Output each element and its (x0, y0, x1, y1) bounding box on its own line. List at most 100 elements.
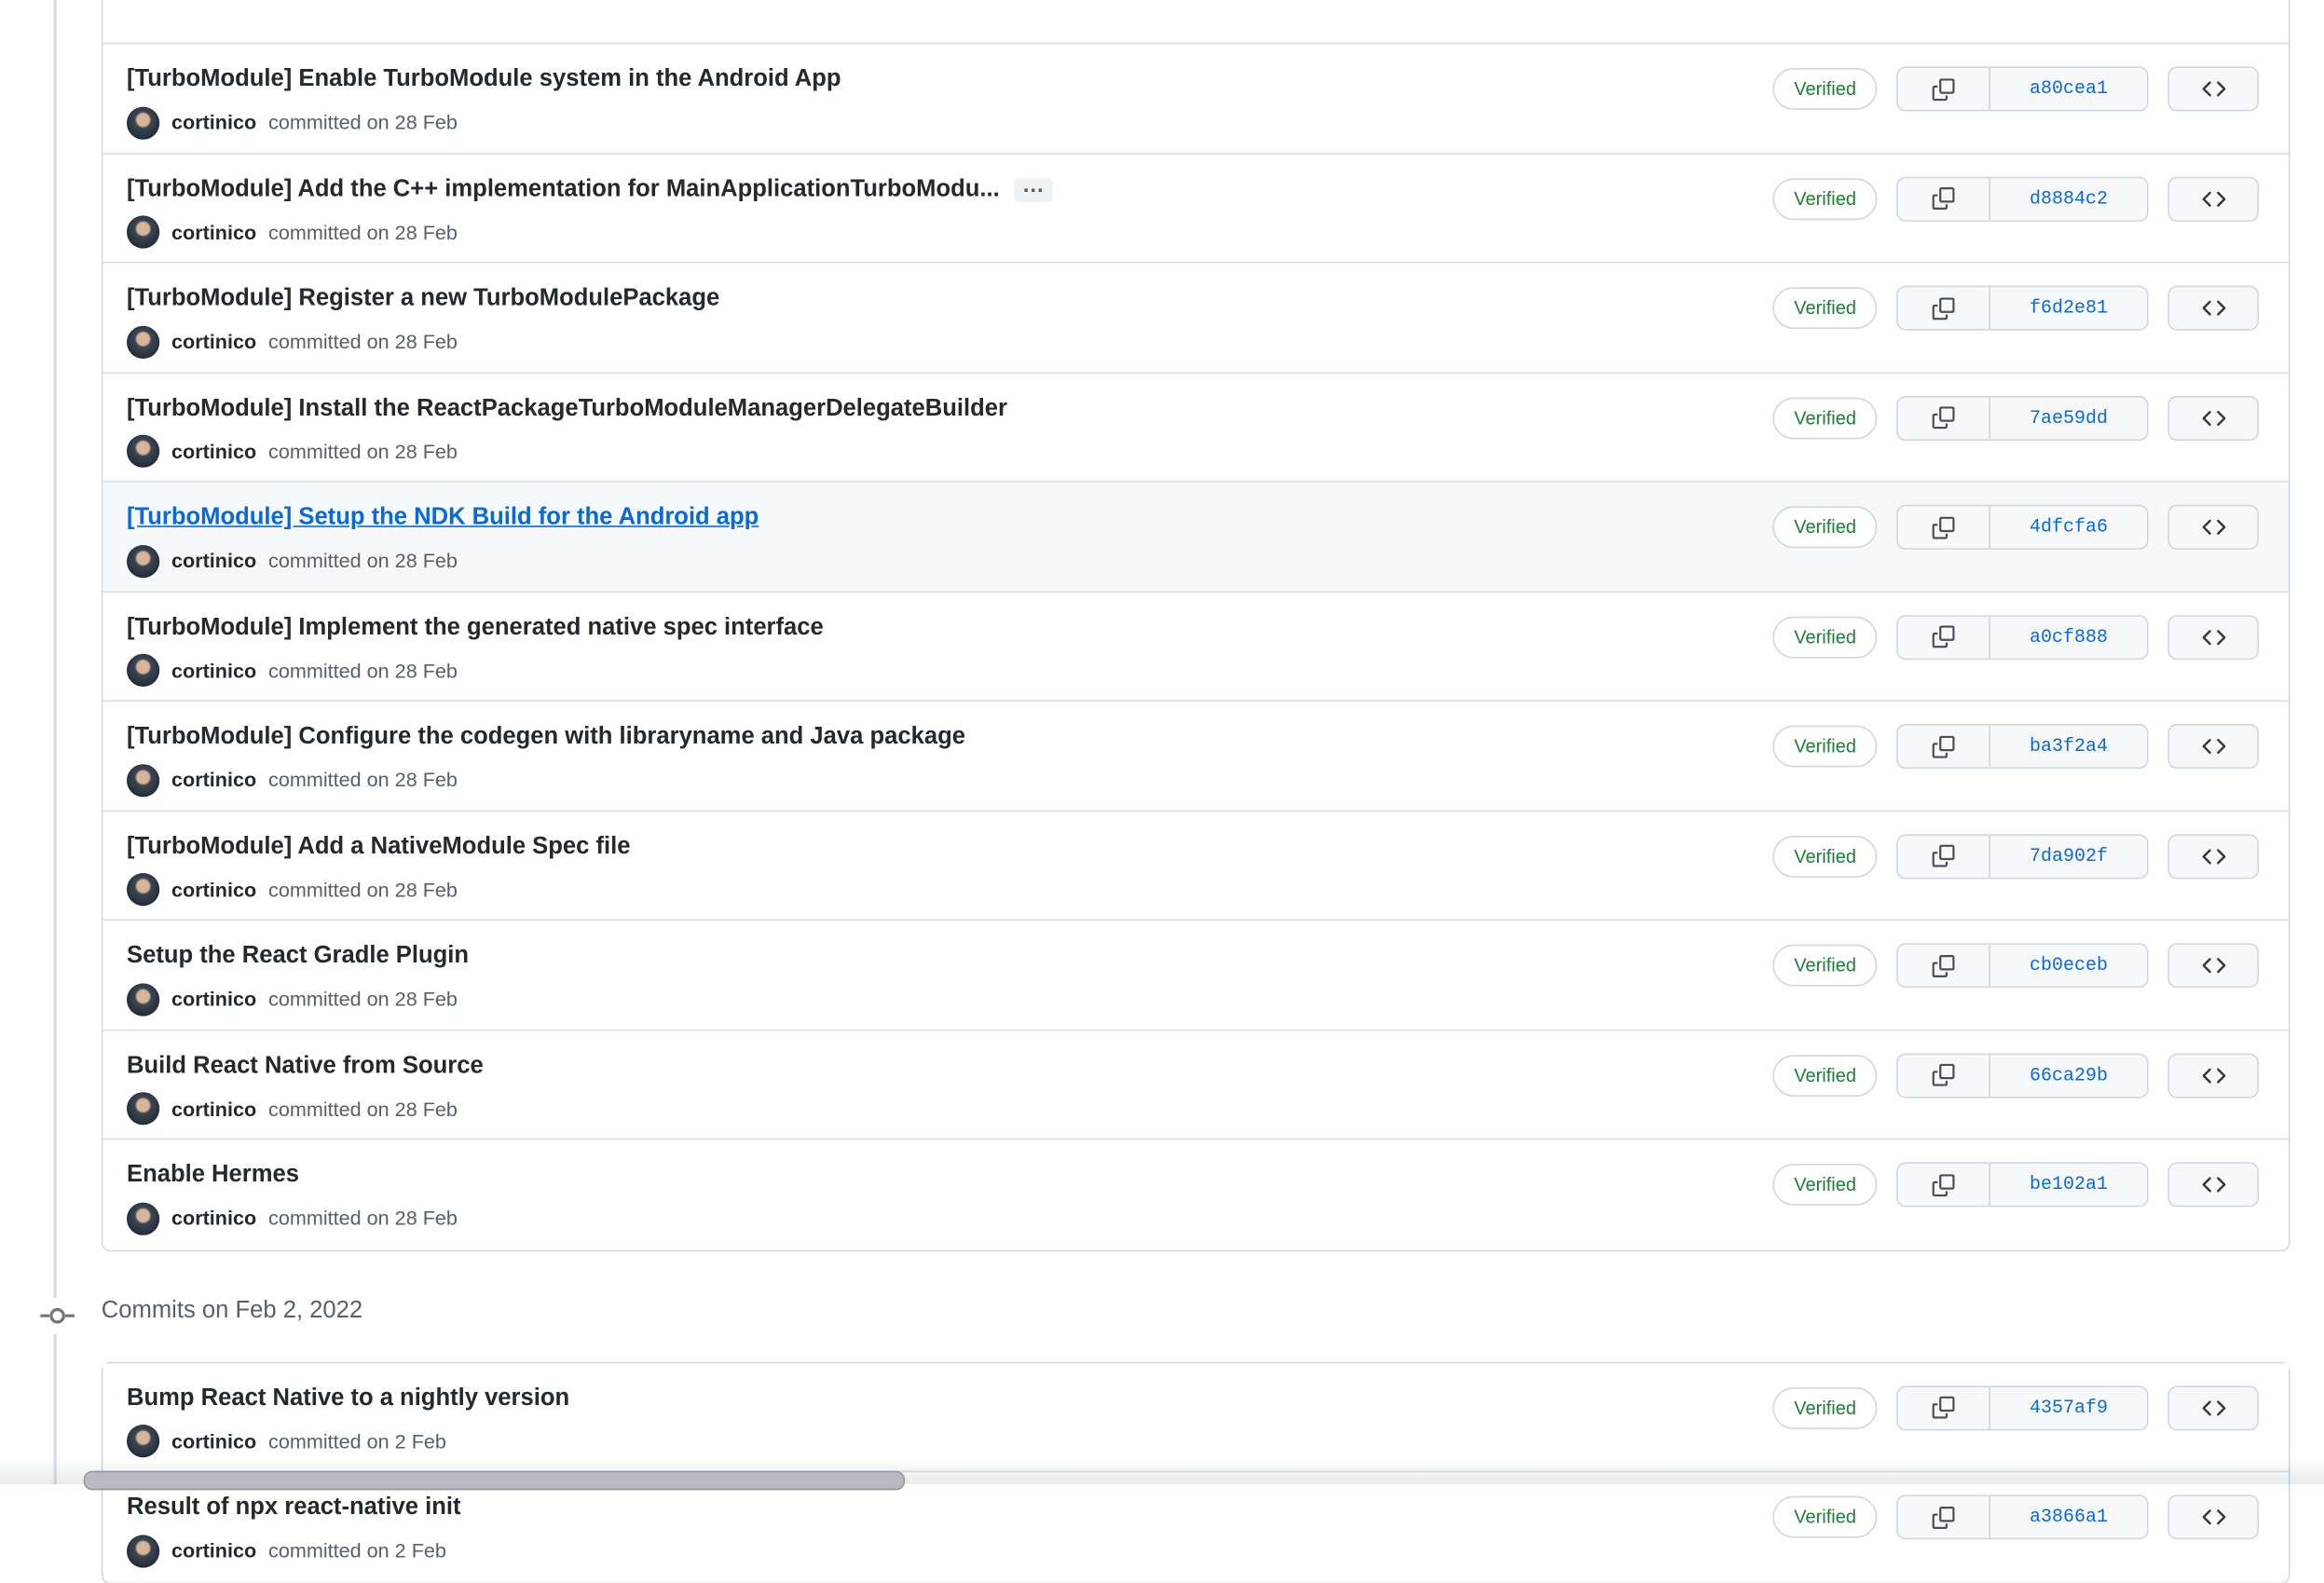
commit-title-link[interactable]: [TurboModule] Implement the generated na… (127, 610, 824, 646)
browse-code-button[interactable] (2167, 1385, 2259, 1430)
commit-author-link[interactable]: cortinico (171, 550, 256, 572)
commit-title-link[interactable]: [TurboModule] Enable TurboModule system … (127, 62, 841, 98)
commit-author-link[interactable]: cortinico (171, 988, 256, 1010)
commit-author-link[interactable]: cortinico (171, 1430, 256, 1453)
browse-code-button[interactable] (2167, 614, 2259, 660)
commit-sha-link[interactable]: a80cea1 (1990, 68, 2147, 110)
copy-sha-button[interactable] (1898, 396, 1990, 439)
commit-title-link[interactable]: [TurboModule] Configure the codegen with… (127, 719, 965, 755)
commit-author-link[interactable]: cortinico (171, 1539, 256, 1562)
browse-code-button[interactable] (2167, 176, 2259, 221)
commit-meta: cortinico committed on 28 Feb (127, 872, 458, 907)
copy-sha-button[interactable] (1898, 1386, 1990, 1428)
browse-code-button[interactable] (2167, 504, 2259, 550)
commit-sha-link[interactable]: a0cf888 (1990, 616, 2147, 658)
avatar[interactable] (127, 105, 160, 139)
browse-code-button[interactable] (2167, 1162, 2259, 1208)
commit-sha-link[interactable]: ba3f2a4 (1990, 726, 2147, 768)
commit-author-link[interactable]: cortinico (171, 659, 256, 681)
commit-title-link[interactable]: [TurboModule] Register a new TurboModule… (127, 281, 719, 317)
copy-sha-button[interactable] (1898, 506, 1990, 549)
browse-code-button[interactable] (2167, 724, 2259, 769)
avatar[interactable] (127, 763, 160, 797)
copy-sha-button[interactable] (1898, 1495, 1990, 1538)
horizontal-scrollbar-thumb[interactable] (83, 1470, 906, 1491)
commit-title-link[interactable]: [TurboModule] Add a NativeModule Spec fi… (127, 829, 630, 865)
commit-sha-link[interactable]: a3866a1 (1990, 1496, 2147, 1538)
commit-title-link[interactable]: [TurboModule] Add the C++ implementation… (127, 171, 1000, 207)
copy-sha-button[interactable] (1898, 287, 1990, 329)
commit-author-link[interactable]: cortinico (171, 440, 256, 462)
browse-code-button[interactable] (2167, 395, 2259, 441)
browse-code-button[interactable] (2167, 1052, 2259, 1098)
commit-title-link[interactable]: Result of npx react-native init (127, 1490, 460, 1525)
browse-code-button[interactable] (2167, 66, 2259, 112)
commit-title-link[interactable]: [TurboModule] Install the ReactPackageTu… (127, 390, 1007, 426)
verified-badge[interactable]: Verified (1772, 506, 1878, 549)
avatar[interactable] (127, 325, 160, 359)
commit-author-link[interactable]: cortinico (171, 111, 256, 133)
copy-sha-button[interactable] (1898, 1164, 1990, 1206)
commit-title-link[interactable]: Bump React Native to a nightly version (127, 1381, 569, 1416)
commit-expander-button[interactable]: … (1014, 173, 1054, 202)
commit-title-link[interactable]: Enable Hermes (127, 1158, 299, 1194)
commit-sha-link[interactable]: 7da902f (1990, 835, 2147, 877)
verified-badge[interactable]: Verified (1772, 616, 1878, 658)
verified-badge[interactable]: Verified (1772, 725, 1878, 768)
copy-sha-button[interactable] (1898, 725, 1990, 768)
commit-sha-link[interactable]: 7ae59dd (1990, 397, 2147, 439)
verified-badge[interactable]: Verified (1772, 835, 1878, 877)
avatar[interactable] (127, 653, 160, 687)
verified-badge[interactable]: Verified (1772, 1164, 1878, 1206)
avatar[interactable] (127, 434, 160, 468)
avatar[interactable] (127, 1534, 160, 1567)
verified-badge[interactable]: Verified (1772, 1495, 1878, 1538)
verified-badge[interactable]: Verified (1772, 396, 1878, 439)
commit-title: [TurboModule] Add the C++ implementation… (127, 171, 1054, 207)
copy-sha-button[interactable] (1898, 1054, 1990, 1097)
avatar[interactable] (127, 1201, 160, 1235)
code-icon (2201, 515, 2225, 539)
browse-code-button[interactable] (2167, 1494, 2259, 1540)
commit-author-link[interactable]: cortinico (171, 331, 256, 353)
commit-sha-link[interactable]: cb0eceb (1990, 945, 2147, 987)
avatar[interactable] (127, 1425, 160, 1458)
commit-row-actions: Verified 7ae59dd (1772, 395, 2259, 441)
verified-badge[interactable]: Verified (1772, 944, 1878, 987)
browse-code-button[interactable] (2167, 943, 2259, 989)
commit-title-link[interactable]: [TurboModule] Setup the NDK Build for th… (127, 500, 759, 536)
copy-sha-button[interactable] (1898, 944, 1990, 987)
commit-sha-link[interactable]: 66ca29b (1990, 1054, 2147, 1096)
commit-sha-link[interactable]: be102a1 (1990, 1164, 2147, 1206)
verified-badge[interactable]: Verified (1772, 1054, 1878, 1097)
copy-sha-button[interactable] (1898, 835, 1990, 877)
copy-sha-button[interactable] (1898, 68, 1990, 110)
commit-title-link[interactable]: Setup the React Gradle Plugin (127, 938, 469, 974)
copy-icon (1932, 1396, 1955, 1419)
commit-author-link[interactable]: cortinico (171, 879, 256, 901)
verified-badge[interactable]: Verified (1772, 68, 1878, 110)
verified-badge[interactable]: Verified (1772, 177, 1878, 220)
commit-sha-link[interactable]: 4357af9 (1990, 1386, 2147, 1428)
commit-author-link[interactable]: cortinico (171, 221, 256, 243)
commit-sha-link[interactable]: f6d2e81 (1990, 287, 2147, 329)
commit-author-link[interactable]: cortinico (171, 1207, 256, 1229)
commit-date-text: committed on 28 Feb (268, 1097, 458, 1120)
commit-author-link[interactable]: cortinico (171, 769, 256, 791)
copy-sha-button[interactable] (1898, 177, 1990, 220)
browse-code-button[interactable] (2167, 833, 2259, 879)
avatar[interactable] (127, 544, 160, 578)
avatar[interactable] (127, 982, 160, 1016)
copy-sha-button[interactable] (1898, 616, 1990, 658)
avatar[interactable] (127, 873, 160, 907)
commit-sha-link[interactable]: 4dfcfa6 (1990, 506, 2147, 548)
commit-sha-link[interactable]: d8884c2 (1990, 178, 2147, 220)
browse-code-button[interactable] (2167, 285, 2259, 331)
avatar[interactable] (127, 1092, 160, 1126)
verified-badge[interactable]: Verified (1772, 287, 1878, 329)
verified-badge[interactable]: Verified (1772, 1386, 1878, 1428)
commit-title-link[interactable]: Build React Native from Source (127, 1048, 484, 1084)
commit-author-link[interactable]: cortinico (171, 1098, 256, 1120)
avatar[interactable] (127, 215, 160, 249)
code-icon (2201, 186, 2225, 211)
